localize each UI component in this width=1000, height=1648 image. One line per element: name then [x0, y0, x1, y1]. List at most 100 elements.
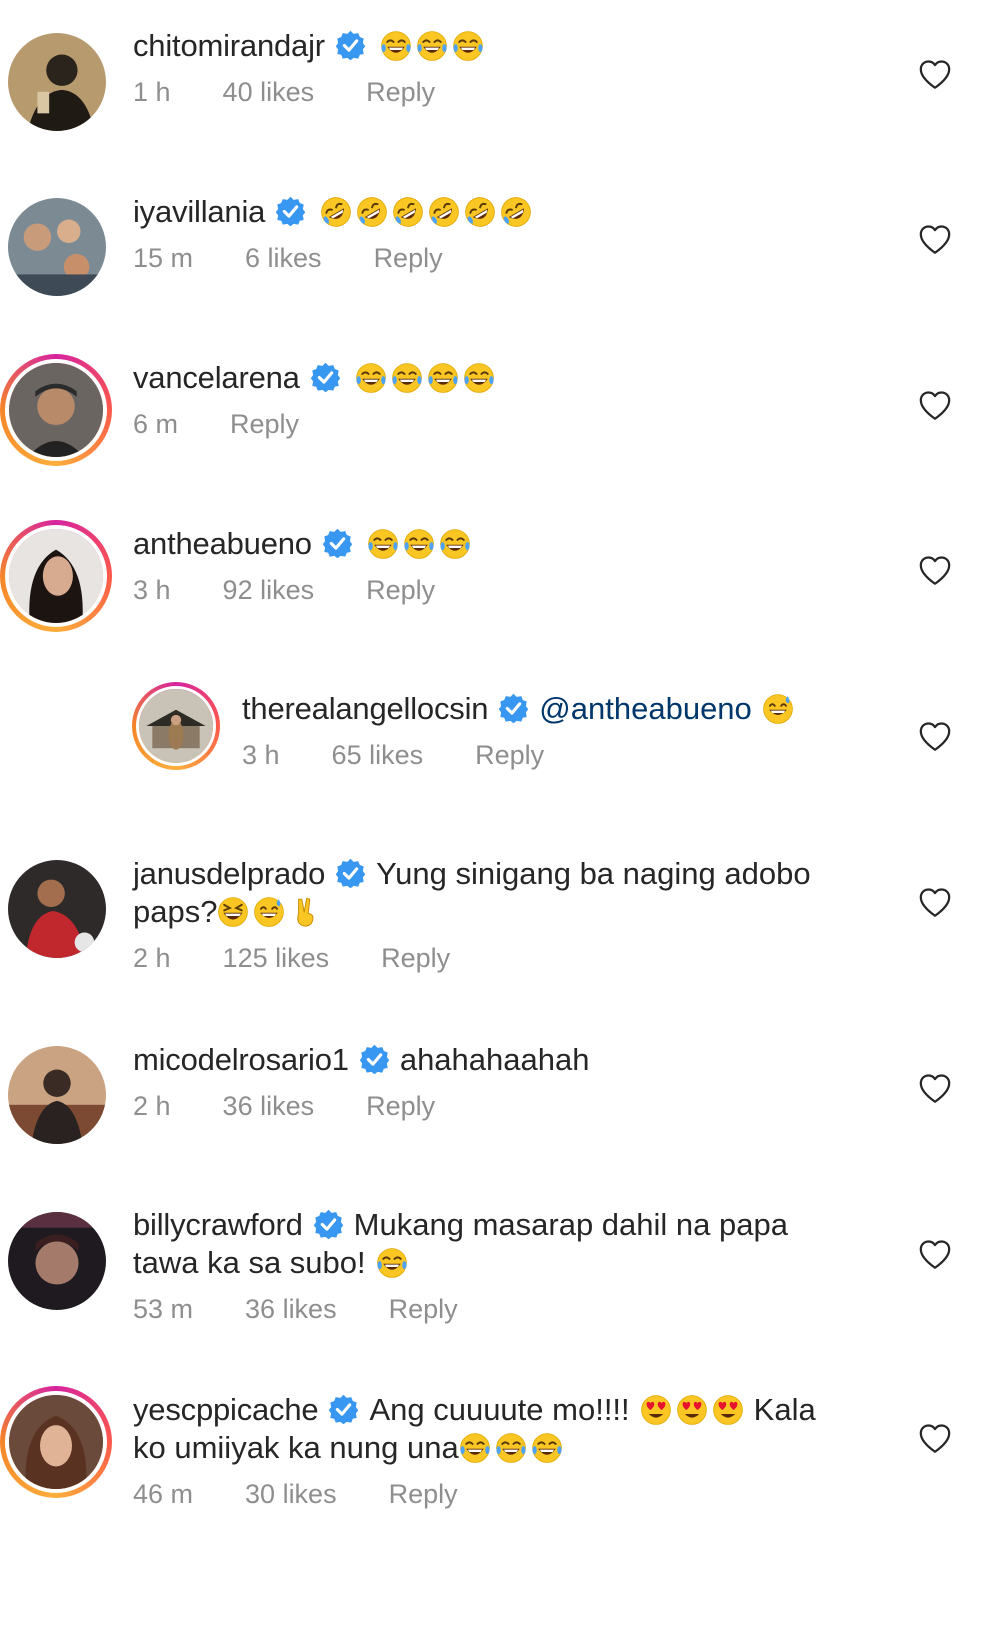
comment-line-2: tawa ka sa subo! [133, 1244, 890, 1282]
avatar[interactable] [8, 1046, 106, 1144]
reply-button[interactable]: Reply [366, 77, 435, 108]
heart-eyes-emoji-icon [676, 1394, 708, 1426]
verified-badge-icon [310, 362, 341, 393]
victory-hand-emoji-icon [289, 896, 321, 928]
heart-icon[interactable] [918, 886, 952, 920]
comment-time: 46 m [133, 1479, 194, 1509]
verified-badge-icon [275, 196, 306, 227]
likes-count[interactable]: 6 likes [245, 243, 322, 274]
username[interactable]: chitomirandajr [133, 28, 325, 63]
heart-icon[interactable] [918, 223, 952, 257]
verified-badge-icon [335, 858, 366, 889]
reply-button[interactable]: Reply [389, 1479, 458, 1510]
avatar-story-ring[interactable] [0, 520, 112, 632]
comment-time: 53 m [133, 1294, 194, 1324]
comment-line: iyavillania [133, 193, 890, 231]
comment-meta: 53 m 36 likes Reply [133, 1294, 890, 1325]
reply-button[interactable]: Reply [366, 1091, 435, 1122]
comment-text-after: Kala [753, 1392, 816, 1427]
comment-time: 3 h [242, 740, 280, 770]
reply-button[interactable]: Reply [366, 575, 435, 606]
rofl-emoji-icon [500, 196, 532, 228]
joy-emoji-icon [531, 1432, 563, 1464]
comment-line: billycrawford Mukang masarap dahil na pap… [133, 1206, 890, 1244]
heart-icon[interactable] [918, 1422, 952, 1456]
username[interactable]: therealangellocsin [242, 691, 488, 726]
heart-icon[interactable] [918, 58, 952, 92]
avatar-story-ring[interactable] [0, 1386, 112, 1498]
comment-meta: 3 h 92 likes Reply [133, 575, 890, 606]
comment-text: Ang cuuuute mo!!!! [369, 1392, 630, 1427]
comment-time: 3 h [133, 575, 171, 605]
likes-count[interactable]: 65 likes [332, 740, 424, 771]
comment-time: 6 m [133, 409, 179, 439]
avatar[interactable] [8, 1212, 106, 1310]
heart-eyes-emoji-icon [640, 1394, 672, 1426]
comment-line-2: paps? [133, 893, 890, 931]
likes-count[interactable]: 125 likes [223, 943, 330, 974]
mention-link[interactable]: @antheabueno [539, 691, 752, 726]
comment-line: chitomirandajr [133, 27, 890, 65]
sweat-smile-emoji-icon [762, 693, 794, 725]
username[interactable]: janusdelprado [133, 856, 325, 891]
avatar[interactable] [8, 860, 106, 958]
comment-line: antheabueno [133, 525, 890, 563]
joy-emoji-icon [439, 528, 471, 560]
heart-icon[interactable] [918, 1238, 952, 1272]
joy-emoji-icon [355, 362, 387, 394]
verified-badge-icon [359, 1044, 390, 1075]
comment-meta: 15 m 6 likes Reply [133, 243, 890, 274]
heart-icon[interactable] [918, 554, 952, 588]
likes-count[interactable]: 30 likes [245, 1479, 337, 1510]
sweat-smile-emoji-icon [253, 896, 285, 928]
joy-emoji-icon [459, 1432, 491, 1464]
comment-text: Yung sinigang ba naging adobo [376, 856, 811, 891]
likes-count[interactable]: 92 likes [223, 575, 315, 606]
comment-line: vancelarena [133, 359, 890, 397]
username[interactable]: vancelarena [133, 360, 300, 395]
rofl-emoji-icon [392, 196, 424, 228]
rofl-emoji-icon [356, 196, 388, 228]
likes-count[interactable]: 40 likes [223, 77, 315, 108]
heart-icon[interactable] [918, 389, 952, 423]
joy-emoji-icon [452, 30, 484, 62]
verified-badge-icon [328, 1394, 359, 1425]
comment-text: Mukang masarap dahil na papa [353, 1207, 788, 1242]
joy-emoji-icon [463, 362, 495, 394]
likes-count[interactable]: 36 likes [223, 1091, 315, 1122]
heart-icon[interactable] [918, 720, 952, 754]
avatar[interactable] [8, 198, 106, 296]
comment-text-2: paps? [133, 894, 218, 929]
comment-time: 1 h [133, 77, 171, 107]
avatar-story-ring[interactable] [0, 354, 112, 466]
comment-line: micodelrosario1 ahahahaahah [133, 1041, 890, 1079]
joy-emoji-icon [416, 30, 448, 62]
comment-meta: 46 m 30 likes Reply [133, 1479, 890, 1510]
comment-line: janusdelprado Yung sinigang ba naging ado… [133, 855, 890, 893]
reply-button[interactable]: Reply [381, 943, 450, 974]
comment-meta: 1 h 40 likes Reply [133, 77, 890, 108]
reply-button[interactable]: Reply [374, 243, 443, 274]
rofl-emoji-icon [464, 196, 496, 228]
reply-button[interactable]: Reply [475, 740, 544, 771]
username[interactable]: iyavillania [133, 194, 265, 229]
username[interactable]: yescppicache [133, 1392, 319, 1427]
heart-eyes-emoji-icon [712, 1394, 744, 1426]
rofl-emoji-icon [320, 196, 352, 228]
comment-meta: 2 h 125 likes Reply [133, 943, 890, 974]
reply-button[interactable]: Reply [389, 1294, 458, 1325]
laughing-emoji-icon [217, 896, 249, 928]
verified-badge-icon [335, 30, 366, 61]
comment-text: ahahahaahah [399, 1042, 590, 1077]
reply-button[interactable]: Reply [230, 409, 299, 440]
avatar-story-ring[interactable] [132, 682, 220, 770]
likes-count[interactable]: 36 likes [245, 1294, 337, 1325]
username[interactable]: micodelrosario1 [133, 1042, 349, 1077]
joy-emoji-icon [376, 1247, 408, 1279]
comment-time: 2 h [133, 943, 171, 973]
comment-line: therealangellocsin @antheabueno [242, 690, 890, 728]
username[interactable]: antheabueno [133, 526, 312, 561]
avatar[interactable] [8, 33, 106, 131]
username[interactable]: billycrawford [133, 1207, 303, 1242]
heart-icon[interactable] [918, 1072, 952, 1106]
